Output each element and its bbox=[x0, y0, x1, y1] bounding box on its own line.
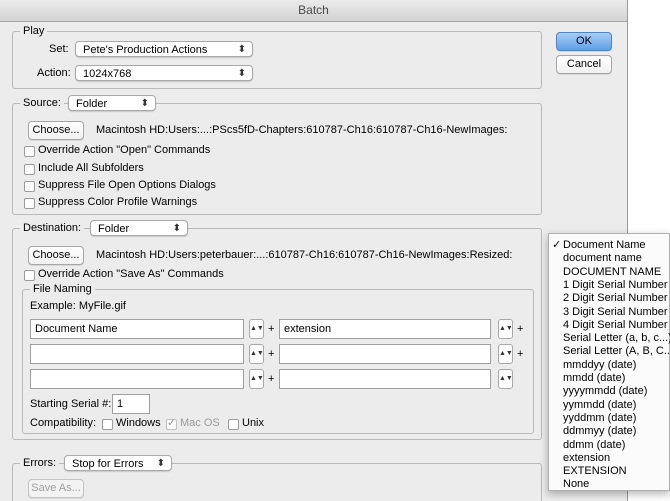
file-naming-legend: File Naming bbox=[30, 282, 95, 296]
save-as-button[interactable]: Save As... bbox=[28, 479, 84, 498]
naming-stepper-3[interactable]: ▲▼ bbox=[249, 344, 264, 364]
naming-field-6[interactable] bbox=[279, 369, 491, 389]
override-save-as-label: Override Action "Save As" Commands bbox=[38, 268, 224, 280]
windows-checkbox[interactable] bbox=[102, 419, 113, 430]
errors-select[interactable]: Stop for Errors ⬍ bbox=[64, 455, 172, 471]
serial-label: Starting Serial #: bbox=[30, 398, 112, 410]
suppress-color-warnings-checkbox[interactable] bbox=[24, 198, 35, 209]
errors-select-value: Stop for Errors bbox=[72, 458, 144, 470]
batch-dialog: Batch Play Set: Pete's Production Action… bbox=[0, 0, 628, 501]
override-open-checkbox[interactable] bbox=[24, 146, 35, 157]
source-select-value: Folder bbox=[76, 98, 108, 110]
suppress-open-options-label: Suppress File Open Options Dialogs bbox=[38, 179, 216, 191]
updown-arrows-icon: ⬍ bbox=[156, 458, 165, 469]
mac-os-checkbox[interactable]: ✓ bbox=[166, 417, 177, 430]
source-select[interactable]: Folder ⬍ bbox=[68, 95, 156, 111]
updown-arrows-icon: ⬍ bbox=[237, 44, 246, 55]
action-label: Action: bbox=[37, 67, 71, 79]
override-save-as-checkbox[interactable] bbox=[24, 270, 35, 281]
compatibility-label: Compatibility: bbox=[30, 417, 97, 429]
source-choose-button[interactable]: Choose... bbox=[28, 121, 84, 140]
set-label: Set: bbox=[49, 43, 69, 55]
plus-sign: + bbox=[517, 348, 524, 360]
set-select-value: Pete's Production Actions bbox=[83, 44, 208, 56]
unix-checkbox[interactable] bbox=[228, 419, 239, 430]
play-legend: Play bbox=[20, 24, 48, 38]
plus-sign: + bbox=[268, 348, 275, 360]
suppress-color-warnings-label: Suppress Color Profile Warnings bbox=[38, 196, 198, 208]
destination-select[interactable]: Folder ⬍ bbox=[90, 220, 188, 236]
naming-stepper-1[interactable]: ▲▼ bbox=[249, 319, 264, 339]
action-select-value: 1024x768 bbox=[83, 68, 132, 80]
suppress-open-options-checkbox[interactable] bbox=[24, 181, 35, 192]
plus-sign: + bbox=[268, 323, 275, 335]
updown-arrows-icon: ⬍ bbox=[237, 68, 246, 79]
destination-legend: Destination: bbox=[20, 221, 85, 237]
serial-input[interactable]: 1 bbox=[112, 394, 150, 414]
destination-select-value: Folder bbox=[98, 223, 130, 235]
errors-label: Errors: bbox=[23, 457, 56, 469]
action-select[interactable]: 1024x768 ⬍ bbox=[75, 65, 253, 81]
naming-field-1[interactable]: Document Name bbox=[30, 319, 244, 339]
file-naming-example: Example: MyFile.gif bbox=[30, 300, 126, 312]
naming-stepper-6[interactable]: ▲▼ bbox=[498, 369, 513, 389]
window-title: Batch bbox=[0, 0, 627, 22]
destination-path: Macintosh HD:Users:peterbauer:...:610787… bbox=[96, 249, 513, 261]
naming-field-4[interactable] bbox=[279, 344, 491, 364]
override-open-label: Override Action "Open" Commands bbox=[38, 144, 211, 156]
naming-options-menu: ✓ Document Name document name DOCUMENT NA… bbox=[548, 233, 670, 491]
naming-stepper-4[interactable]: ▲▼ bbox=[498, 344, 513, 364]
source-legend: Source: bbox=[20, 96, 64, 112]
destination-choose-button[interactable]: Choose... bbox=[28, 246, 84, 265]
naming-stepper-2[interactable]: ▲▼ bbox=[498, 319, 513, 339]
plus-sign: + bbox=[268, 373, 275, 385]
unix-label: Unix bbox=[242, 417, 265, 429]
set-select[interactable]: Pete's Production Actions ⬍ bbox=[75, 41, 253, 57]
source-label: Source: bbox=[23, 97, 61, 109]
source-path: Macintosh HD:Users:...:PScs5fD-Chapters:… bbox=[96, 124, 508, 136]
updown-arrows-icon: ⬍ bbox=[172, 223, 181, 234]
cancel-button[interactable]: Cancel bbox=[556, 55, 612, 74]
naming-field-5[interactable] bbox=[30, 369, 244, 389]
plus-sign: + bbox=[517, 323, 524, 335]
checkmark-icon: ✓ bbox=[167, 417, 177, 429]
windows-label: Windows bbox=[116, 417, 161, 429]
naming-stepper-5[interactable]: ▲▼ bbox=[249, 369, 264, 389]
include-subfolders-checkbox[interactable] bbox=[24, 164, 35, 175]
ok-button[interactable]: OK bbox=[556, 32, 612, 51]
menu-item[interactable]: None bbox=[549, 477, 669, 492]
errors-legend: Errors: bbox=[20, 456, 59, 472]
mac-os-label: Mac OS bbox=[180, 417, 220, 429]
naming-field-2[interactable]: extension bbox=[279, 319, 491, 339]
naming-field-3[interactable] bbox=[30, 344, 244, 364]
include-subfolders-label: Include All Subfolders bbox=[38, 162, 144, 174]
destination-label: Destination: bbox=[23, 222, 82, 234]
updown-arrows-icon: ⬍ bbox=[140, 98, 149, 109]
